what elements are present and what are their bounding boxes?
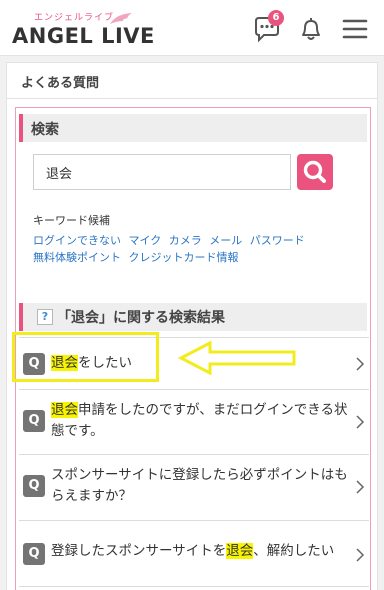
logo-title: ANGEL LIVE [12, 24, 155, 48]
question-mark-icon: ? [37, 309, 53, 325]
faq-item[interactable]: Q 登録したスポンサーサイトを退会、解約したい [19, 520, 369, 586]
keyword-link[interactable]: パスワード [250, 234, 305, 247]
bell-icon[interactable] [296, 14, 326, 44]
annotation-highlight-box [12, 332, 159, 382]
question-rest: 申請をしたのですが、まだログインできる状態です。 [51, 402, 348, 439]
faq-item[interactable]: Q スポンサーサイトに登録したら必ずポイントはもらえますか？ [19, 454, 369, 520]
logo-subtitle: エンジェルライブ [34, 13, 115, 23]
annotation-arrow-icon [178, 340, 296, 376]
search-icon [303, 160, 326, 183]
question-rest: 、解約したい [253, 543, 335, 559]
faq-item-partial [19, 586, 369, 590]
keyword-label: キーワード候補 [33, 214, 110, 227]
chevron-right-icon [356, 415, 365, 429]
angel-live-logo[interactable]: エンジェルライブ ANGEL LIVE [12, 8, 154, 50]
keyword-row-2: 無料体験ポイント クレジットカード情報 [33, 249, 243, 265]
keyword-link[interactable]: 無料体験ポイント [33, 251, 121, 264]
q-badge: Q [23, 475, 45, 497]
keyword-link[interactable]: メール [209, 234, 242, 247]
chevron-right-icon [356, 480, 365, 494]
results-heading-label: 「退会」に関する検索結果 [57, 310, 225, 326]
faq-item[interactable]: Q 退会申請をしたのですが、まだログインできる状態です。 [19, 389, 369, 454]
search-heading: 検索 [19, 114, 367, 142]
keyword-link[interactable]: クレジットカード情報 [129, 251, 239, 264]
faq-question-text: 登録したスポンサーサイトを退会、解約したい [51, 541, 351, 562]
faq-question-text: スポンサーサイトに登録したら必ずポイントはもらえますか？ [51, 467, 348, 504]
keyword-link[interactable]: ログインできない [33, 234, 121, 247]
chevron-right-icon [356, 357, 365, 371]
faq-question-text: 退会申請をしたのですが、まだログインできる状態です。 [51, 400, 351, 442]
results-heading: ? 「退会」に関する検索結果 [19, 303, 367, 331]
question-pre: 登録したスポンサーサイトを [51, 543, 227, 559]
highlight-term: 退会 [51, 402, 78, 418]
highlight-term: 退会 [226, 543, 254, 559]
app-header: エンジェルライブ ANGEL LIVE 6 [0, 0, 384, 56]
keyword-link[interactable]: マイク [129, 234, 162, 247]
page-title: よくある質問 [6, 62, 378, 98]
q-badge: Q [23, 410, 45, 432]
chevron-right-icon [356, 548, 365, 562]
message-count-badge: 6 [268, 10, 284, 26]
keyword-row-1: ログインできない マイク カメラ メール パスワード [33, 232, 309, 248]
search-input[interactable] [33, 154, 291, 190]
hamburger-menu-icon[interactable] [340, 14, 370, 44]
keyword-link[interactable]: カメラ [169, 234, 202, 247]
search-button[interactable] [297, 154, 333, 190]
q-badge: Q [23, 543, 45, 565]
